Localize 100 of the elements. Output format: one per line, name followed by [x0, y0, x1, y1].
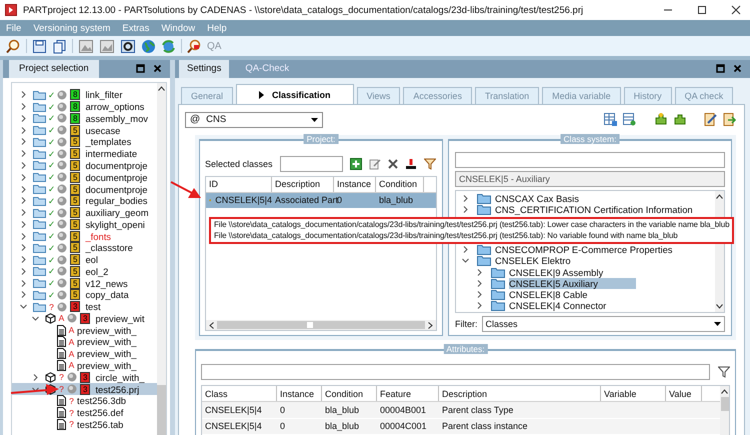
status-mark: A — [68, 348, 75, 359]
version-badge: 5 — [70, 172, 80, 183]
version-badge: 5 — [70, 207, 80, 218]
tooltip-line: File \\store\data_catalogs_documentation/catalogs/23d-libs/training/test/test256.prj (test256.tab): Lower case characters in the variable name bla_blub — [214, 220, 730, 230]
tree-item[interactable]: preview_with_ — [77, 360, 136, 371]
tree-item[interactable]: CNSECOMPROP E-Commerce Properties — [495, 244, 672, 256]
tree-item[interactable]: preview_with_ — [77, 324, 136, 336]
version-badge: 5 — [70, 289, 80, 300]
status-mark: ? — [58, 384, 65, 394]
tree-item[interactable]: test256.3db — [77, 395, 126, 406]
table-cell: 00004C001 — [380, 421, 427, 432]
status-mark: ✓ — [48, 196, 55, 206]
status-mark: ✓ — [48, 184, 55, 194]
version-badge: 5 — [70, 160, 80, 171]
tree-item[interactable]: test256.prj — [95, 384, 140, 395]
column-header[interactable]: Variable — [601, 386, 666, 401]
column-header[interactable]: Description — [439, 386, 601, 401]
tree-item[interactable]: CNSELEK|8 Cable — [509, 289, 588, 300]
tree-item[interactable]: copy_data — [85, 289, 129, 300]
tree-item[interactable]: auxiliary_geom — [85, 207, 149, 218]
tree-item[interactable]: preview_with_ — [77, 348, 136, 360]
version-badge: 3 — [80, 372, 90, 383]
tree-item[interactable]: CNSELEK|9 Assembly — [509, 266, 604, 278]
table-cell: CNSELEK|5|4 — [215, 195, 272, 206]
status-mark: ✓ — [48, 242, 55, 253]
column-header[interactable]: Instance — [277, 386, 322, 401]
status-mark: ✓ — [48, 102, 55, 112]
tree-item[interactable]: intermediate — [85, 148, 138, 160]
tree-item[interactable]: eol_2 — [85, 266, 108, 277]
tree-item[interactable]: _classstore — [85, 242, 133, 254]
tree-item[interactable]: assembly_mov — [85, 112, 148, 124]
tree-item[interactable]: CNSCAX Cax Basis — [495, 192, 579, 204]
version-badge: 5 — [70, 266, 80, 277]
column-header[interactable]: Description — [272, 176, 334, 192]
status-mark: ✓ — [48, 266, 55, 276]
tree-item[interactable]: documentproje — [85, 184, 148, 194]
tree-item[interactable]: _fonts — [85, 230, 111, 242]
tree-item[interactable]: test256.tab — [77, 418, 124, 430]
status-mark: ? — [58, 372, 65, 382]
tree-item[interactable]: preview_wit — [95, 312, 144, 324]
version-badge: 3 — [70, 301, 80, 312]
version-badge: 5 — [70, 254, 80, 266]
status-mark: ✓ — [48, 125, 55, 136]
tree-item[interactable]: CNSELEK Elektro — [495, 255, 571, 266]
group-title: Class system: — [560, 134, 620, 144]
status-mark: ✓ — [48, 160, 55, 170]
tree-item[interactable]: link_filter — [85, 89, 122, 100]
filter-dropdown[interactable]: Classes — [482, 316, 725, 332]
tree-item[interactable]: eol — [85, 254, 98, 266]
tree-item[interactable]: regular_bodies — [85, 195, 148, 206]
tree-item[interactable]: v12_news — [85, 278, 128, 289]
tree-item[interactable]: preview_with_ — [77, 336, 136, 348]
field-label: Filter: — [455, 319, 478, 329]
status-mark: ? — [68, 419, 75, 430]
status-mark: ? — [68, 408, 75, 418]
tree-item[interactable]: circle_with_ — [95, 372, 144, 383]
section-tab[interactable]: Classification — [236, 84, 354, 104]
column-header[interactable]: Class — [202, 386, 277, 401]
status-mark: ✓ — [48, 90, 55, 100]
version-badge: 8 — [70, 89, 80, 100]
version-badge: 5 — [70, 195, 80, 206]
tree-item[interactable]: usecase — [85, 124, 120, 136]
tree-item[interactable]: CNS_CERTIFICATION Certification Information — [495, 204, 693, 216]
version-badge: 5 — [70, 148, 80, 160]
status-mark: ✓ — [48, 254, 55, 265]
tree-item[interactable]: CNSELEK|4 Connector — [509, 300, 606, 312]
panel-tab[interactable]: Settings — [179, 60, 230, 78]
tree-item[interactable]: test256.def — [77, 407, 124, 418]
column-header[interactable]: Feature — [377, 386, 439, 401]
column-header[interactable]: ID — [206, 176, 272, 192]
column-header[interactable]: Value — [666, 386, 702, 401]
status-mark: ✓ — [48, 290, 55, 300]
table-row[interactable]: CNSELEK|5|4 Associated Part0 bla_blub — [206, 192, 436, 208]
table-cell: 00004B001 — [380, 404, 426, 415]
version-badge: 5 — [70, 184, 80, 194]
table-cell: CNSELEK|5|4 — [205, 421, 262, 432]
tree-item[interactable]: test — [85, 301, 101, 312]
column-header[interactable]: Condition — [322, 386, 377, 401]
status-mark: ? — [48, 302, 55, 312]
tree-item[interactable]: documentproje — [85, 160, 148, 171]
table-cell: CNSELEK|5|4 — [205, 404, 262, 415]
tree-item[interactable]: CNSELEK|5 Auxiliary — [509, 278, 636, 289]
tree-item[interactable]: documentproje — [85, 172, 148, 183]
table-cell: bla_blub — [379, 195, 414, 206]
table-cell: 0 — [280, 421, 286, 432]
status-mark: ✓ — [48, 219, 55, 230]
version-badge: 8 — [70, 101, 80, 112]
tree-item[interactable]: arrow_options — [85, 101, 144, 112]
tree-item[interactable]: _templates — [85, 136, 132, 148]
column-header[interactable]: Condition — [376, 176, 424, 192]
table-cell: Parent class instance — [442, 421, 528, 432]
current-class-field: CNSELEK|5 - Auxiliary — [455, 170, 725, 187]
class-system-dropdown[interactable]: @ CNS — [185, 112, 323, 128]
column-header[interactable]: Instance — [334, 176, 376, 192]
panel-tab[interactable]: Project selection — [9, 60, 99, 78]
version-badge: 3 — [80, 384, 90, 395]
status-mark: ✓ — [48, 113, 55, 124]
tree-item[interactable]: skylight_openi — [85, 218, 145, 230]
table-cell: 0 — [337, 195, 342, 206]
window-title: PARTproject 12.13.00 - PARTsolutions by CADENAS - \\store\data_catalogs_documentation/catalogs/23d-libs/training/test/test256.prj — [23, 4, 584, 16]
